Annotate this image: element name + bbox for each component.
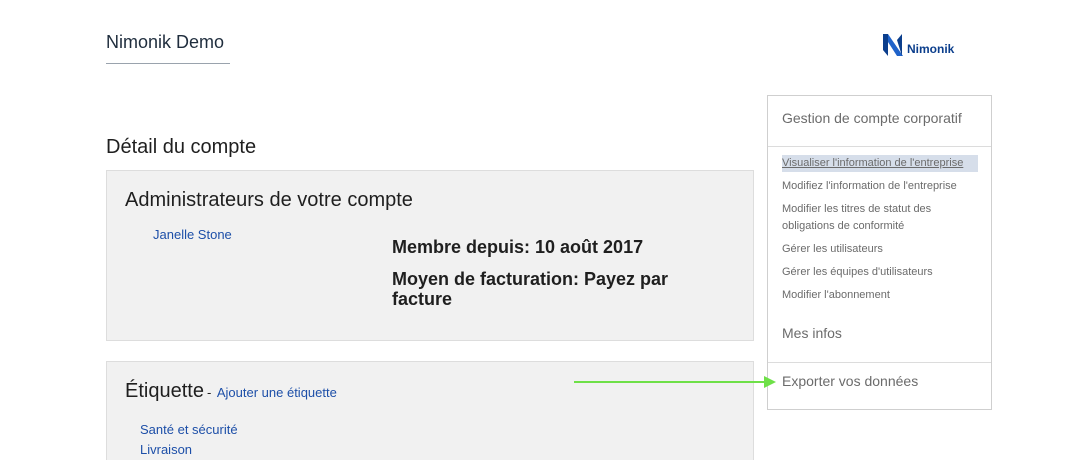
nimonik-logo[interactable]: Nimonik [883, 34, 954, 58]
sidebar-item-edit-subscription[interactable]: Modifier l'abonnement [782, 287, 978, 304]
label-link-health-safety[interactable]: Santé et sécurité [140, 422, 238, 437]
sidebar-menu: Visualiser l'information de l'entreprise… [782, 155, 978, 310]
label-item[interactable]: Livraison [140, 440, 238, 460]
labels-heading-row: Étiquette - Ajouter une étiquette [125, 380, 337, 403]
app-title[interactable]: Nimonik Demo [106, 32, 230, 64]
nimonik-n-logo-icon [883, 34, 903, 56]
sidebar-divider [768, 362, 991, 363]
page-title: Détail du compte [106, 136, 257, 158]
sidebar-item-my-info[interactable]: Mes infos [782, 325, 842, 341]
logo-text: Nimonik [907, 42, 955, 56]
labels-heading: Étiquette [125, 380, 204, 402]
annotation-arrow-icon [574, 376, 776, 388]
add-label-link[interactable]: Ajouter une étiquette [217, 385, 337, 400]
account-sidebar: Gestion de compte corporatif Visualiser … [767, 95, 992, 410]
sidebar-section-title: Gestion de compte corporatif [782, 110, 962, 126]
label-list: Santé et sécurité Livraison [140, 420, 238, 460]
labels-separator: - [206, 385, 212, 400]
sidebar-item-edit-company-info[interactable]: Modifiez l'information de l'entreprise [782, 178, 978, 195]
member-since-text: Membre depuis: 10 août 2017 [392, 237, 644, 257]
admins-panel: Administrateurs de votre compte Janelle … [106, 170, 754, 341]
billing-method-text: Moyen de facturation: Payez par facture [392, 269, 669, 309]
admins-heading: Administrateurs de votre compte [125, 189, 413, 211]
sidebar-item-manage-user-teams[interactable]: Gérer les équipes d'utilisateurs [782, 264, 978, 281]
label-item[interactable]: Santé et sécurité [140, 420, 238, 440]
sidebar-item-export-data[interactable]: Exporter vos données [782, 373, 918, 389]
sidebar-item-edit-compliance-status-titles[interactable]: Modifier les titres de statut des obliga… [782, 201, 978, 235]
sidebar-divider [768, 146, 991, 147]
label-link-delivery[interactable]: Livraison [140, 442, 192, 457]
sidebar-item-manage-users[interactable]: Gérer les utilisateurs [782, 241, 978, 258]
sidebar-item-view-company-info[interactable]: Visualiser l'information de l'entreprise [782, 155, 978, 172]
admin-name-link[interactable]: Janelle Stone [153, 227, 232, 242]
